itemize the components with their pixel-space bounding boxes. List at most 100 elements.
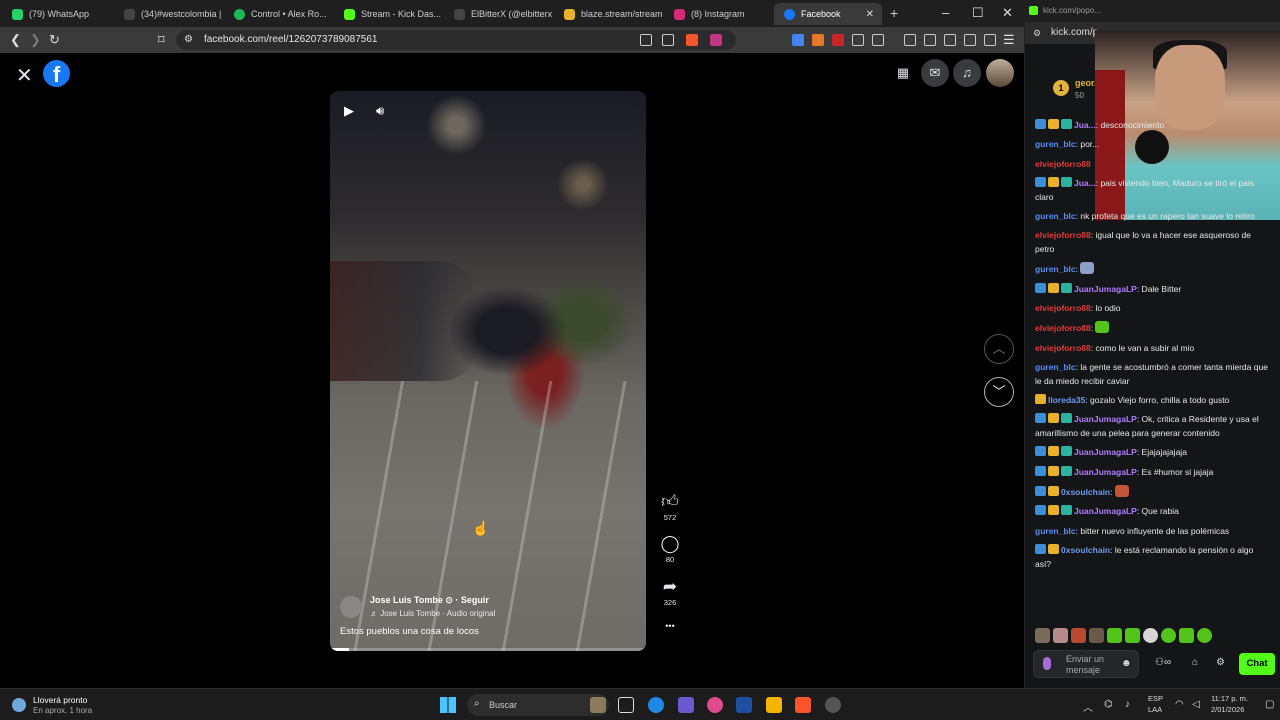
author-avatar[interactable] [340,596,362,618]
notification-icon[interactable]: ▢ [1265,699,1274,710]
emoji-icon[interactable]: ☻ [1121,658,1132,669]
extension-icon[interactable] [832,34,844,46]
chat-username[interactable]: lloreda35 [1048,395,1085,405]
facebook-logo[interactable]: f [43,60,70,87]
chat-username[interactable]: elviejoforro88 [1035,343,1091,353]
share-icon[interactable] [662,34,674,46]
volume-icon[interactable]: 🔊︎ [376,103,384,119]
play-icon[interactable]: ▶ [344,103,354,119]
vpn-icon[interactable] [984,34,996,46]
next-reel-button[interactable]: ﹀ [984,377,1014,407]
chat-username[interactable]: guren_blc [1035,362,1076,372]
close-icon[interactable]: ✕ [16,63,33,88]
reload-icon[interactable]: ↻ [49,32,60,48]
translate-icon[interactable] [792,34,804,46]
clock-date[interactable]: 2/01/2026 [1211,705,1244,714]
previous-reel-button[interactable]: ︿ [984,334,1014,364]
tab-whatsapp[interactable]: (79) WhatsApp [2,3,110,25]
menu-icon[interactable]: ☰ [1003,32,1015,48]
obs-icon[interactable] [825,697,841,713]
edge-icon[interactable] [648,697,664,713]
store-icon[interactable] [736,697,752,713]
more-options-button[interactable]: ••• [656,621,684,631]
bookmark-icon[interactable]: ⌑ [158,32,165,48]
chat-username[interactable]: elviejoforro88 [1035,303,1091,313]
tab-instagram[interactable]: (8) Instagram [664,3,772,25]
maximize-icon[interactable]: ☐ [972,5,984,21]
tab-blaze-stream[interactable]: blaze.stream/stream... [554,3,662,25]
chat-users-icon[interactable]: ⚇∞ [1155,657,1171,668]
audio-label[interactable]: ♬ Jose Luis Tombe · Audio original [370,609,495,618]
microphone-icon[interactable] [1043,657,1051,670]
chat-username[interactable]: guren_blc [1035,264,1076,274]
tab-spotify[interactable]: Control • Alex Ro... [224,3,332,25]
tab-tiktok-westcolombia[interactable]: (34)#westcolombia | ... [114,3,222,25]
leo-ai-icon[interactable] [964,34,976,46]
windows-start-icon[interactable] [440,697,456,713]
brave-browser-icon[interactable] [795,697,811,713]
tab-facebook[interactable]: Facebook ✕ [774,3,882,25]
emote[interactable] [1035,628,1050,643]
chat-username[interactable]: JuanJumagaLP [1074,284,1137,294]
clock-time[interactable]: 11:17 p. m. [1211,694,1248,703]
minimize-icon[interactable]: – [942,5,949,20]
brave-shield-icon[interactable] [686,34,698,46]
copilot-icon[interactable] [707,697,723,713]
tab-kick-dashboard[interactable]: Stream - Kick Das... [334,3,442,25]
new-tab-button[interactable]: + [890,5,898,21]
chat-username[interactable]: JuanJumagaLP [1074,467,1137,477]
settings-gear-icon[interactable]: ⚙ [1216,657,1225,668]
profile-avatar[interactable] [986,59,1014,87]
emote[interactable] [1107,628,1122,643]
weather-title[interactable]: Lloverá pronto [33,695,87,705]
keyboard-layout[interactable]: LAA [1148,705,1162,714]
taskbar-search[interactable]: Buscar [467,694,609,716]
weather-icon[interactable] [12,698,26,712]
emote[interactable] [1161,628,1176,643]
close-window-icon[interactable]: ✕ [1002,5,1013,21]
extension-icon[interactable] [812,34,824,46]
chat-username[interactable]: JuanJumagaLP [1074,447,1137,457]
site-info-icon[interactable]: ⚙ [184,34,193,45]
back-icon[interactable]: ❮ [10,32,21,48]
chat-username[interactable]: Jua... [1074,178,1096,188]
microphone-tray-icon[interactable]: ♪ [1125,699,1130,710]
url-field[interactable]: facebook.com/reel/1262073789087561 [176,30,736,50]
chat-username[interactable]: 0xsoulchain [1061,487,1110,497]
sidebar-icon[interactable] [924,34,936,46]
forward-icon[interactable]: ❯ [30,32,41,48]
volume-tray-icon[interactable]: ◁ [1192,699,1200,710]
file-explorer-icon[interactable] [766,697,782,713]
wallet-icon[interactable] [944,34,956,46]
chat-username[interactable]: Jua... [1074,120,1096,130]
chat-username[interactable]: elviejoforro88 [1035,159,1091,169]
snipping-tool-icon[interactable] [678,697,694,713]
chat-username[interactable]: guren_blc [1035,139,1076,149]
site-info-icon[interactable]: ⚙ [1033,28,1041,39]
share-button[interactable]: ➦ 326 [656,577,684,607]
chat-username[interactable]: guren_blc [1035,211,1076,221]
chat-username[interactable]: 0xsoulchain [1061,545,1110,555]
emote[interactable] [1197,628,1212,643]
keyboard-language[interactable]: ESP [1148,694,1163,703]
emote[interactable] [1179,628,1194,643]
extensions-puzzle-icon[interactable] [852,34,864,46]
apps-menu-icon[interactable]: ▦ [889,59,917,87]
tray-overflow-icon[interactable]: ︿ [1083,699,1093,714]
tab-tiktok-elbitterx[interactable]: ElBitterX (@elbitterx)... [444,3,552,25]
chat-username[interactable]: elviejoforro88 [1035,323,1091,333]
comment-button[interactable]: ◯ 80 [656,534,684,564]
weather-subtitle[interactable]: En aprox. 1 hora [33,706,92,715]
store-icon[interactable]: ⌂ [1192,657,1198,668]
chat-username[interactable]: guren_blc [1035,526,1076,536]
chat-username[interactable]: JuanJumagaLP [1074,414,1137,424]
emote[interactable] [1125,628,1140,643]
wifi-icon[interactable]: ◠ [1175,699,1184,710]
like-button[interactable]: 👍︎ 572 [656,491,684,522]
close-tab-icon[interactable]: ✕ [866,9,874,20]
emote[interactable] [1053,628,1068,643]
chat-username[interactable]: JuanJumagaLP [1074,506,1137,516]
chat-window-tab[interactable]: kick.com/popo... [1025,0,1280,22]
video-progress-bar[interactable] [330,648,646,651]
task-view-icon[interactable] [618,697,634,713]
